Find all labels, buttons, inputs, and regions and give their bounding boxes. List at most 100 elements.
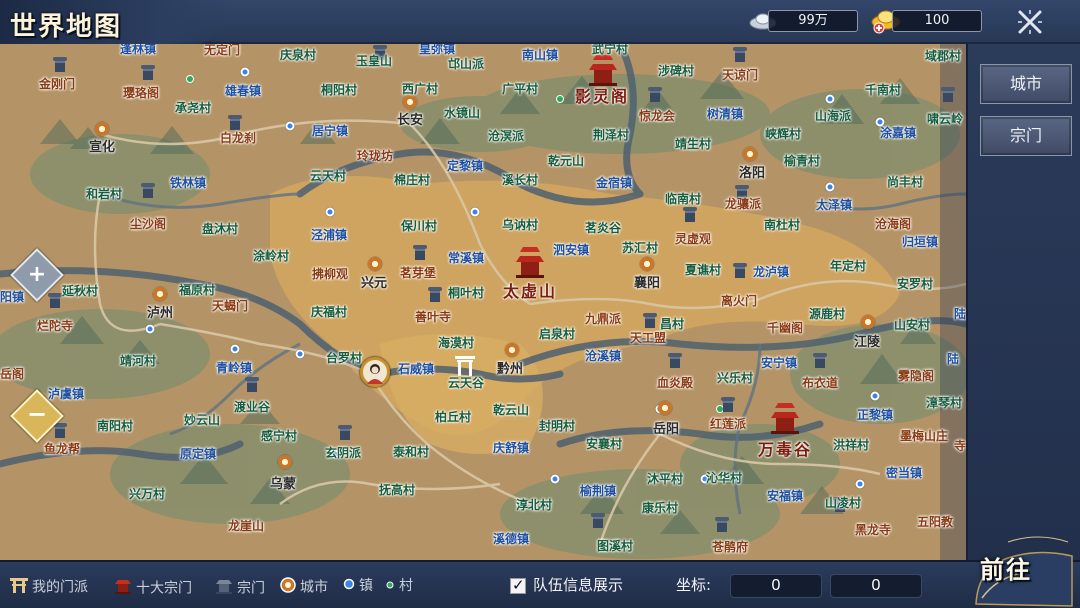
map-label[interactable]: 玉皇山 <box>356 54 392 68</box>
map-label[interactable]: 铁林镇 <box>170 176 206 190</box>
map-label[interactable]: 宣化 <box>89 141 115 155</box>
map-label[interactable]: 长安 <box>397 114 423 128</box>
map-label[interactable]: 茗芽堡 <box>400 266 436 280</box>
map-label[interactable]: 妙云山 <box>184 413 220 427</box>
map-label[interactable]: 千幽阁 <box>767 321 803 335</box>
village-marker[interactable] <box>557 96 563 102</box>
map-label[interactable]: 涂岭村 <box>253 249 289 263</box>
city-marker[interactable] <box>640 257 654 271</box>
map-label[interactable]: 江陵 <box>854 336 880 350</box>
map-label[interactable]: 沐平村 <box>647 472 683 486</box>
map-label[interactable]: 临南村 <box>665 192 701 206</box>
map-label[interactable]: 雄春镇 <box>225 84 261 98</box>
map-label[interactable]: 荆泽村 <box>593 128 629 142</box>
map-label[interactable]: 布衣道 <box>802 376 838 390</box>
map-label[interactable]: 玄阴派 <box>325 446 361 460</box>
map-label[interactable]: 安襄村 <box>586 437 622 451</box>
city-marker[interactable] <box>278 455 292 469</box>
map-label[interactable]: 康乐村 <box>642 501 678 515</box>
map-label[interactable]: 天工盟 <box>630 331 666 345</box>
map-label[interactable]: 五阳教 <box>917 515 953 529</box>
map-label[interactable]: 榆青村 <box>784 154 820 168</box>
map-label[interactable]: 苍鹃府 <box>712 540 748 554</box>
map-label[interactable]: 庆福村 <box>311 305 347 319</box>
map-label[interactable]: 广平村 <box>502 82 538 96</box>
map-label[interactable]: 台罗村 <box>326 351 362 365</box>
map-label[interactable]: 白龙刹 <box>220 131 256 145</box>
map-label[interactable]: 善叶寺 <box>415 310 451 324</box>
town-marker[interactable] <box>825 94 835 104</box>
map-label[interactable]: 襄阳 <box>634 277 660 291</box>
city-marker[interactable] <box>368 257 382 271</box>
map-label[interactable]: 泰和村 <box>393 445 429 459</box>
map-label[interactable]: 盘沐村 <box>202 222 238 236</box>
town-marker[interactable] <box>470 207 480 217</box>
map-label[interactable]: 保川村 <box>401 219 437 233</box>
city-marker[interactable] <box>403 95 417 109</box>
map-label[interactable]: 龙崖山 <box>228 519 264 533</box>
map-label[interactable]: 桐阳村 <box>321 83 357 97</box>
map-label[interactable]: 玲珑坊 <box>357 149 393 163</box>
map-label[interactable]: 和岩村 <box>86 187 122 201</box>
map-label[interactable]: 兴万村 <box>129 487 165 501</box>
map-label[interactable]: 庆泉村 <box>280 48 316 62</box>
town-marker[interactable] <box>325 207 335 217</box>
map-label[interactable]: 溪长村 <box>502 173 538 187</box>
map-label[interactable]: 封明村 <box>539 419 575 433</box>
map-label[interactable]: 拂柳观 <box>312 267 348 281</box>
map-label[interactable]: 承尧村 <box>175 101 211 115</box>
map-label[interactable]: 涂嘉镇 <box>880 126 916 140</box>
go-button[interactable]: 前往 <box>968 528 1076 608</box>
map-label[interactable]: 千南村 <box>865 83 901 97</box>
map-label[interactable]: 源鹿村 <box>809 307 845 321</box>
map-label[interactable]: 兴乐村 <box>717 371 753 385</box>
map-label[interactable]: 逢林镇 <box>120 44 156 56</box>
map-label[interactable]: 茗炎谷 <box>585 221 621 235</box>
town-marker[interactable] <box>550 474 560 484</box>
map-label[interactable]: 乾元山 <box>548 154 584 168</box>
map-label[interactable]: 山安村 <box>894 318 930 332</box>
map-label[interactable]: 云天村 <box>310 169 346 183</box>
map-label[interactable]: 溪德镇 <box>493 532 529 546</box>
map-label[interactable]: 南山镇 <box>522 48 558 62</box>
map-label[interactable]: 漳琴村 <box>926 396 962 410</box>
map-label[interactable]: 棉庄村 <box>394 173 430 187</box>
map-label[interactable]: 沧海阁 <box>875 217 911 231</box>
map-label[interactable]: 山凌村 <box>825 496 861 510</box>
tab-sect[interactable]: 宗门 <box>980 116 1072 156</box>
map-label[interactable]: 延秋村 <box>62 284 98 298</box>
map-label[interactable]: 泸州 <box>147 307 173 321</box>
map-label[interactable]: 沧溪镇 <box>585 349 621 363</box>
map-label[interactable]: 抚高村 <box>379 483 415 497</box>
map-label[interactable]: 邙山派 <box>448 57 484 71</box>
map-label[interactable]: 乌讷村 <box>502 218 538 232</box>
town-marker[interactable] <box>230 344 240 354</box>
map-label[interactable]: 泾浦镇 <box>311 228 347 242</box>
map-label[interactable]: 正黎镇 <box>857 408 893 422</box>
map-label[interactable]: 归垣镇 <box>902 235 938 249</box>
map-label[interactable]: 皇弥镇 <box>419 44 455 56</box>
map-label[interactable]: 启泉村 <box>539 327 575 341</box>
map-label[interactable]: 图溪村 <box>597 539 633 553</box>
map-label[interactable]: 灵虚观 <box>675 232 711 246</box>
map-label[interactable]: 万毒谷 <box>758 436 812 460</box>
city-marker[interactable] <box>153 287 167 301</box>
city-marker[interactable] <box>743 147 757 161</box>
town-marker[interactable] <box>295 349 305 359</box>
coord-x-input[interactable] <box>730 574 822 598</box>
map-label[interactable]: 淳北村 <box>516 498 552 512</box>
map-label[interactable]: 原定镇 <box>180 447 216 461</box>
map-label[interactable]: 金宿镇 <box>596 176 632 190</box>
map-label[interactable]: 天蝎门 <box>212 299 248 313</box>
map-label[interactable]: 峡辉村 <box>765 127 801 141</box>
map-label[interactable]: 洪祥村 <box>833 438 869 452</box>
map-label[interactable]: 定黎镇 <box>447 159 483 173</box>
map-label[interactable]: 树清镇 <box>707 107 743 121</box>
map-label[interactable]: 石威镇 <box>398 362 434 376</box>
map-label[interactable]: 金刚门 <box>39 77 75 91</box>
map-label[interactable]: 离火门 <box>721 294 757 308</box>
map-label[interactable]: 常溪镇 <box>448 251 484 265</box>
map-label[interactable]: 水镜山 <box>444 106 480 120</box>
map-label[interactable]: 福原村 <box>179 283 215 297</box>
map-label[interactable]: 兴元 <box>361 277 387 291</box>
